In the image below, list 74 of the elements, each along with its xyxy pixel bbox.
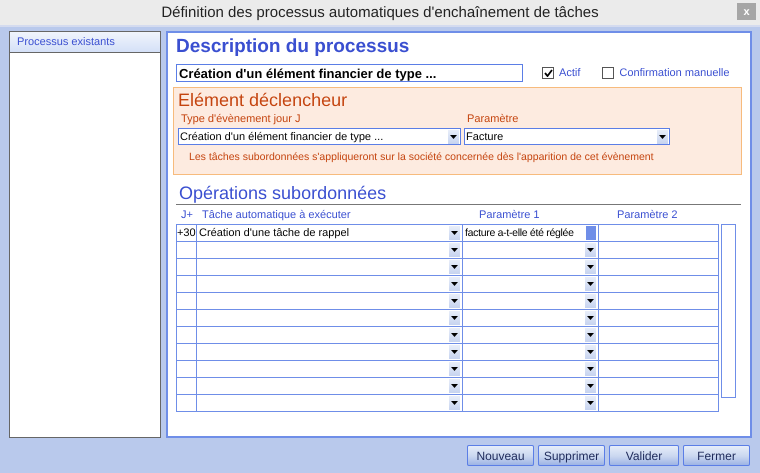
close-button[interactable]: Fermer xyxy=(683,445,750,466)
validate-button[interactable]: Valider xyxy=(609,445,679,466)
dropdown-button[interactable] xyxy=(585,362,596,376)
dropdown-button[interactable] xyxy=(449,311,460,325)
caret-icon xyxy=(587,367,594,371)
dropdown-button[interactable] xyxy=(585,345,596,359)
caret-icon xyxy=(587,333,594,337)
column-header: Paramètre 1 xyxy=(478,209,541,222)
dropdown-button[interactable] xyxy=(449,345,460,359)
dropdown-button[interactable] xyxy=(585,396,596,410)
caret-icon xyxy=(587,265,594,269)
dropdown-button[interactable] xyxy=(449,362,460,376)
checkbox[interactable] xyxy=(542,67,554,79)
task-dropdown[interactable]: Création d'une tâche de rappel xyxy=(197,225,462,241)
caret-icon xyxy=(587,401,594,405)
dropdown-button[interactable] xyxy=(448,130,459,144)
caret-icon xyxy=(451,401,458,405)
checkbox-label: Confirmation manuelle xyxy=(619,67,730,79)
dropdown-button[interactable] xyxy=(449,277,460,291)
section-title: Opérations subordonnées xyxy=(179,183,388,203)
event-dropdown[interactable]: Création d'un élément financier de type ... xyxy=(178,128,461,145)
dropdown-button[interactable] xyxy=(449,226,460,240)
dropdown-button[interactable] xyxy=(657,130,668,144)
field-label: Type d'évènement jour J xyxy=(180,113,302,126)
dropdown-button[interactable] xyxy=(585,379,596,393)
dropdown-button[interactable] xyxy=(449,396,460,410)
caret-icon xyxy=(451,384,458,388)
caret-icon xyxy=(587,384,594,388)
column-header: Tâche automatique à exécuter xyxy=(201,209,352,222)
parameter-dropdown[interactable]: facture a-t-elle été réglée xyxy=(463,225,598,241)
dropdown-button[interactable] xyxy=(585,260,596,274)
parameter-dropdown[interactable]: Facture xyxy=(464,128,670,145)
dropdown-button[interactable] xyxy=(585,294,596,308)
new-button[interactable]: Nouveau xyxy=(467,445,534,466)
caret-icon xyxy=(451,231,458,235)
dropdown-button[interactable] xyxy=(585,311,596,325)
checkbox-label: Actif xyxy=(559,67,580,79)
column-header: Paramètre 2 xyxy=(616,209,678,222)
dropdown-button[interactable] xyxy=(449,294,460,308)
caret-icon xyxy=(451,367,458,371)
dropdown-button[interactable] xyxy=(449,243,460,257)
caret-icon xyxy=(587,350,594,354)
delete-button[interactable]: Supprimer xyxy=(538,445,605,466)
caret-icon xyxy=(587,316,594,320)
scrollbar[interactable] xyxy=(721,224,736,398)
caret-icon xyxy=(451,248,458,252)
field-label: Paramètre xyxy=(467,113,518,126)
window-title: Définition des processus automatiques d'enchaînement de tâches xyxy=(161,4,599,21)
dropdown-button[interactable] xyxy=(449,379,460,393)
column-header: J+ xyxy=(180,209,194,222)
caret-icon xyxy=(587,282,594,286)
caret-icon xyxy=(450,134,457,138)
list-header: Processus existants xyxy=(10,32,160,53)
caret-icon xyxy=(659,134,666,138)
dropdown-button[interactable] xyxy=(449,328,460,342)
section-title: Elément déclencheur xyxy=(178,90,348,112)
info-message: Les tâches subordonnées s'appliqueront sur la société concernée dès l'apparition de cet évènement xyxy=(189,151,655,163)
process-name-field[interactable]: Création d'un élément financier de type ... xyxy=(176,64,523,82)
dropdown-button[interactable] xyxy=(585,328,596,342)
caret-icon xyxy=(451,316,458,320)
caret-icon xyxy=(451,299,458,303)
section-title: Description du processus xyxy=(176,36,410,59)
caret-icon xyxy=(451,350,458,354)
process-list[interactable]: Processus existants xyxy=(9,31,161,438)
caret-icon xyxy=(587,299,594,303)
caret-icon xyxy=(587,248,594,252)
caret-icon xyxy=(451,265,458,269)
check-icon xyxy=(544,69,552,77)
caret-icon xyxy=(451,282,458,286)
dropdown-button[interactable] xyxy=(449,260,460,274)
checkbox[interactable] xyxy=(602,67,614,79)
dropdown-button[interactable] xyxy=(585,277,596,291)
dropdown-button[interactable] xyxy=(585,243,596,257)
caret-icon xyxy=(451,333,458,337)
